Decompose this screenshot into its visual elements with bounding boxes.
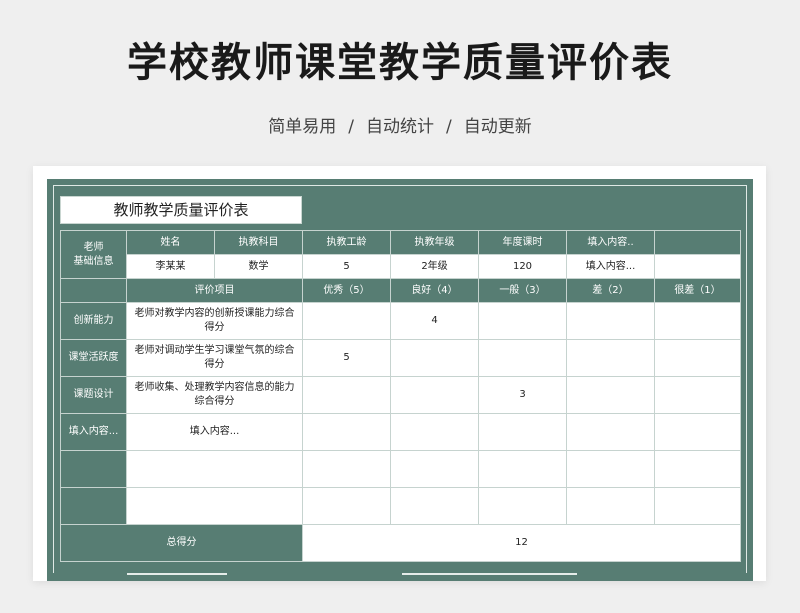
row-item[interactable]: 老师对调动学生学习课堂气氛的综合得分 [126,339,303,377]
score-cell[interactable] [478,487,567,525]
teacher-info-label[interactable]: 老师 基础信息 [60,230,127,279]
row-category[interactable] [60,450,127,488]
value-subject[interactable]: 数学 [214,254,303,279]
score-cell[interactable] [390,413,479,451]
score-cell[interactable] [302,413,391,451]
subtitle-part-2: 自动统计 [366,117,434,137]
subtitle-part-1: 简单易用 [268,117,337,137]
total-label[interactable]: 总得分 [60,524,303,562]
score-cell[interactable] [566,376,655,414]
value-hours[interactable]: 120 [478,254,567,279]
header-custom[interactable]: 填入内容.. [566,230,655,255]
header-grade[interactable]: 执教年级 [390,230,479,255]
subtitle-separator-2: / [446,117,452,137]
eval-header-very-poor[interactable]: 很差（1） [654,278,741,303]
score-cell[interactable] [390,376,479,414]
score-cell[interactable] [654,302,741,340]
score-cell[interactable] [390,487,479,525]
spreadsheet: 教师教学质量评价表 老师 基础信息 姓名 执教科目 执教工龄 执教年级 年度课时… [47,179,753,581]
score-cell[interactable] [478,339,567,377]
score-cell[interactable] [566,450,655,488]
score-cell[interactable] [302,487,391,525]
row-item[interactable]: 老师对教学内容的创新授课能力综合得分 [126,302,303,340]
row-item[interactable]: 老师收集、处理教学内容信息的能力综合得分 [126,376,303,414]
eval-header-average[interactable]: 一般（3） [478,278,567,303]
table-row: 课题设计 老师收集、处理教学内容信息的能力综合得分 3 [60,376,741,414]
row-category[interactable] [60,487,127,525]
teacher-info-label-text: 老师 基础信息 [73,241,114,267]
value-empty[interactable] [654,254,741,279]
eval-header-poor[interactable]: 差（2） [566,278,655,303]
row-category[interactable]: 填入内容... [60,413,127,451]
eval-header-blank[interactable] [60,278,127,303]
score-cell[interactable]: 4 [390,302,479,340]
table-row [60,450,741,488]
header-empty[interactable] [654,230,741,255]
score-cell[interactable]: 5 [302,339,391,377]
score-cell[interactable] [654,376,741,414]
row-category[interactable]: 课堂活跃度 [60,339,127,377]
subtitle-part-3: 自动更新 [463,117,532,137]
evaluation-table: 老师 基础信息 姓名 执教科目 执教工龄 执教年级 年度课时 填入内容.. 李某… [60,230,741,562]
score-cell[interactable] [478,302,567,340]
value-name[interactable]: 李某某 [126,254,215,279]
row-item[interactable]: 填入内容... [126,413,303,451]
eval-header-excellent[interactable]: 优秀（5） [302,278,391,303]
subtitle-separator-1: / [348,117,354,137]
score-cell[interactable] [654,450,741,488]
score-cell[interactable] [566,339,655,377]
header-hours[interactable]: 年度课时 [478,230,567,255]
preview-card: 教师教学质量评价表 老师 基础信息 姓名 执教科目 执教工龄 执教年级 年度课时… [33,166,766,581]
eval-header-good[interactable]: 良好（4） [390,278,479,303]
page-title: 学校教师课堂教学质量评价表 [127,40,673,86]
row-item[interactable] [126,487,303,525]
row-item[interactable] [126,450,303,488]
table-row: 课堂活跃度 老师对调动学生学习课堂气氛的综合得分 5 [60,339,741,377]
score-cell[interactable] [566,487,655,525]
sheet-title[interactable]: 教师教学质量评价表 [60,196,302,224]
score-cell[interactable] [390,450,479,488]
score-cell[interactable] [302,302,391,340]
row-category[interactable]: 课题设计 [60,376,127,414]
score-cell[interactable] [654,413,741,451]
header-years[interactable]: 执教工龄 [302,230,391,255]
score-cell[interactable] [654,339,741,377]
score-cell[interactable] [478,413,567,451]
score-cell[interactable] [390,339,479,377]
strip-segment [127,573,227,575]
value-grade[interactable]: 2年级 [390,254,479,279]
page-subtitle: 简单易用 / 自动统计 / 自动更新 [0,112,800,137]
score-cell[interactable] [654,487,741,525]
header-name[interactable]: 姓名 [126,230,215,255]
score-cell[interactable] [302,450,391,488]
score-cell[interactable] [566,302,655,340]
score-cell[interactable] [302,376,391,414]
eval-header-item[interactable]: 评价项目 [126,278,303,303]
total-value[interactable]: 12 [302,524,741,562]
value-custom[interactable]: 填入内容... [566,254,655,279]
value-years[interactable]: 5 [302,254,391,279]
row-category[interactable]: 创新能力 [60,302,127,340]
strip-segment [402,573,577,575]
header-subject[interactable]: 执教科目 [214,230,303,255]
score-cell[interactable] [478,450,567,488]
sheet-bottom-strip [47,573,753,581]
score-cell[interactable]: 3 [478,376,567,414]
table-row: 创新能力 老师对教学内容的创新授课能力综合得分 4 [60,302,741,340]
table-row [60,487,741,525]
score-cell[interactable] [566,413,655,451]
table-row: 填入内容... 填入内容... [60,413,741,451]
